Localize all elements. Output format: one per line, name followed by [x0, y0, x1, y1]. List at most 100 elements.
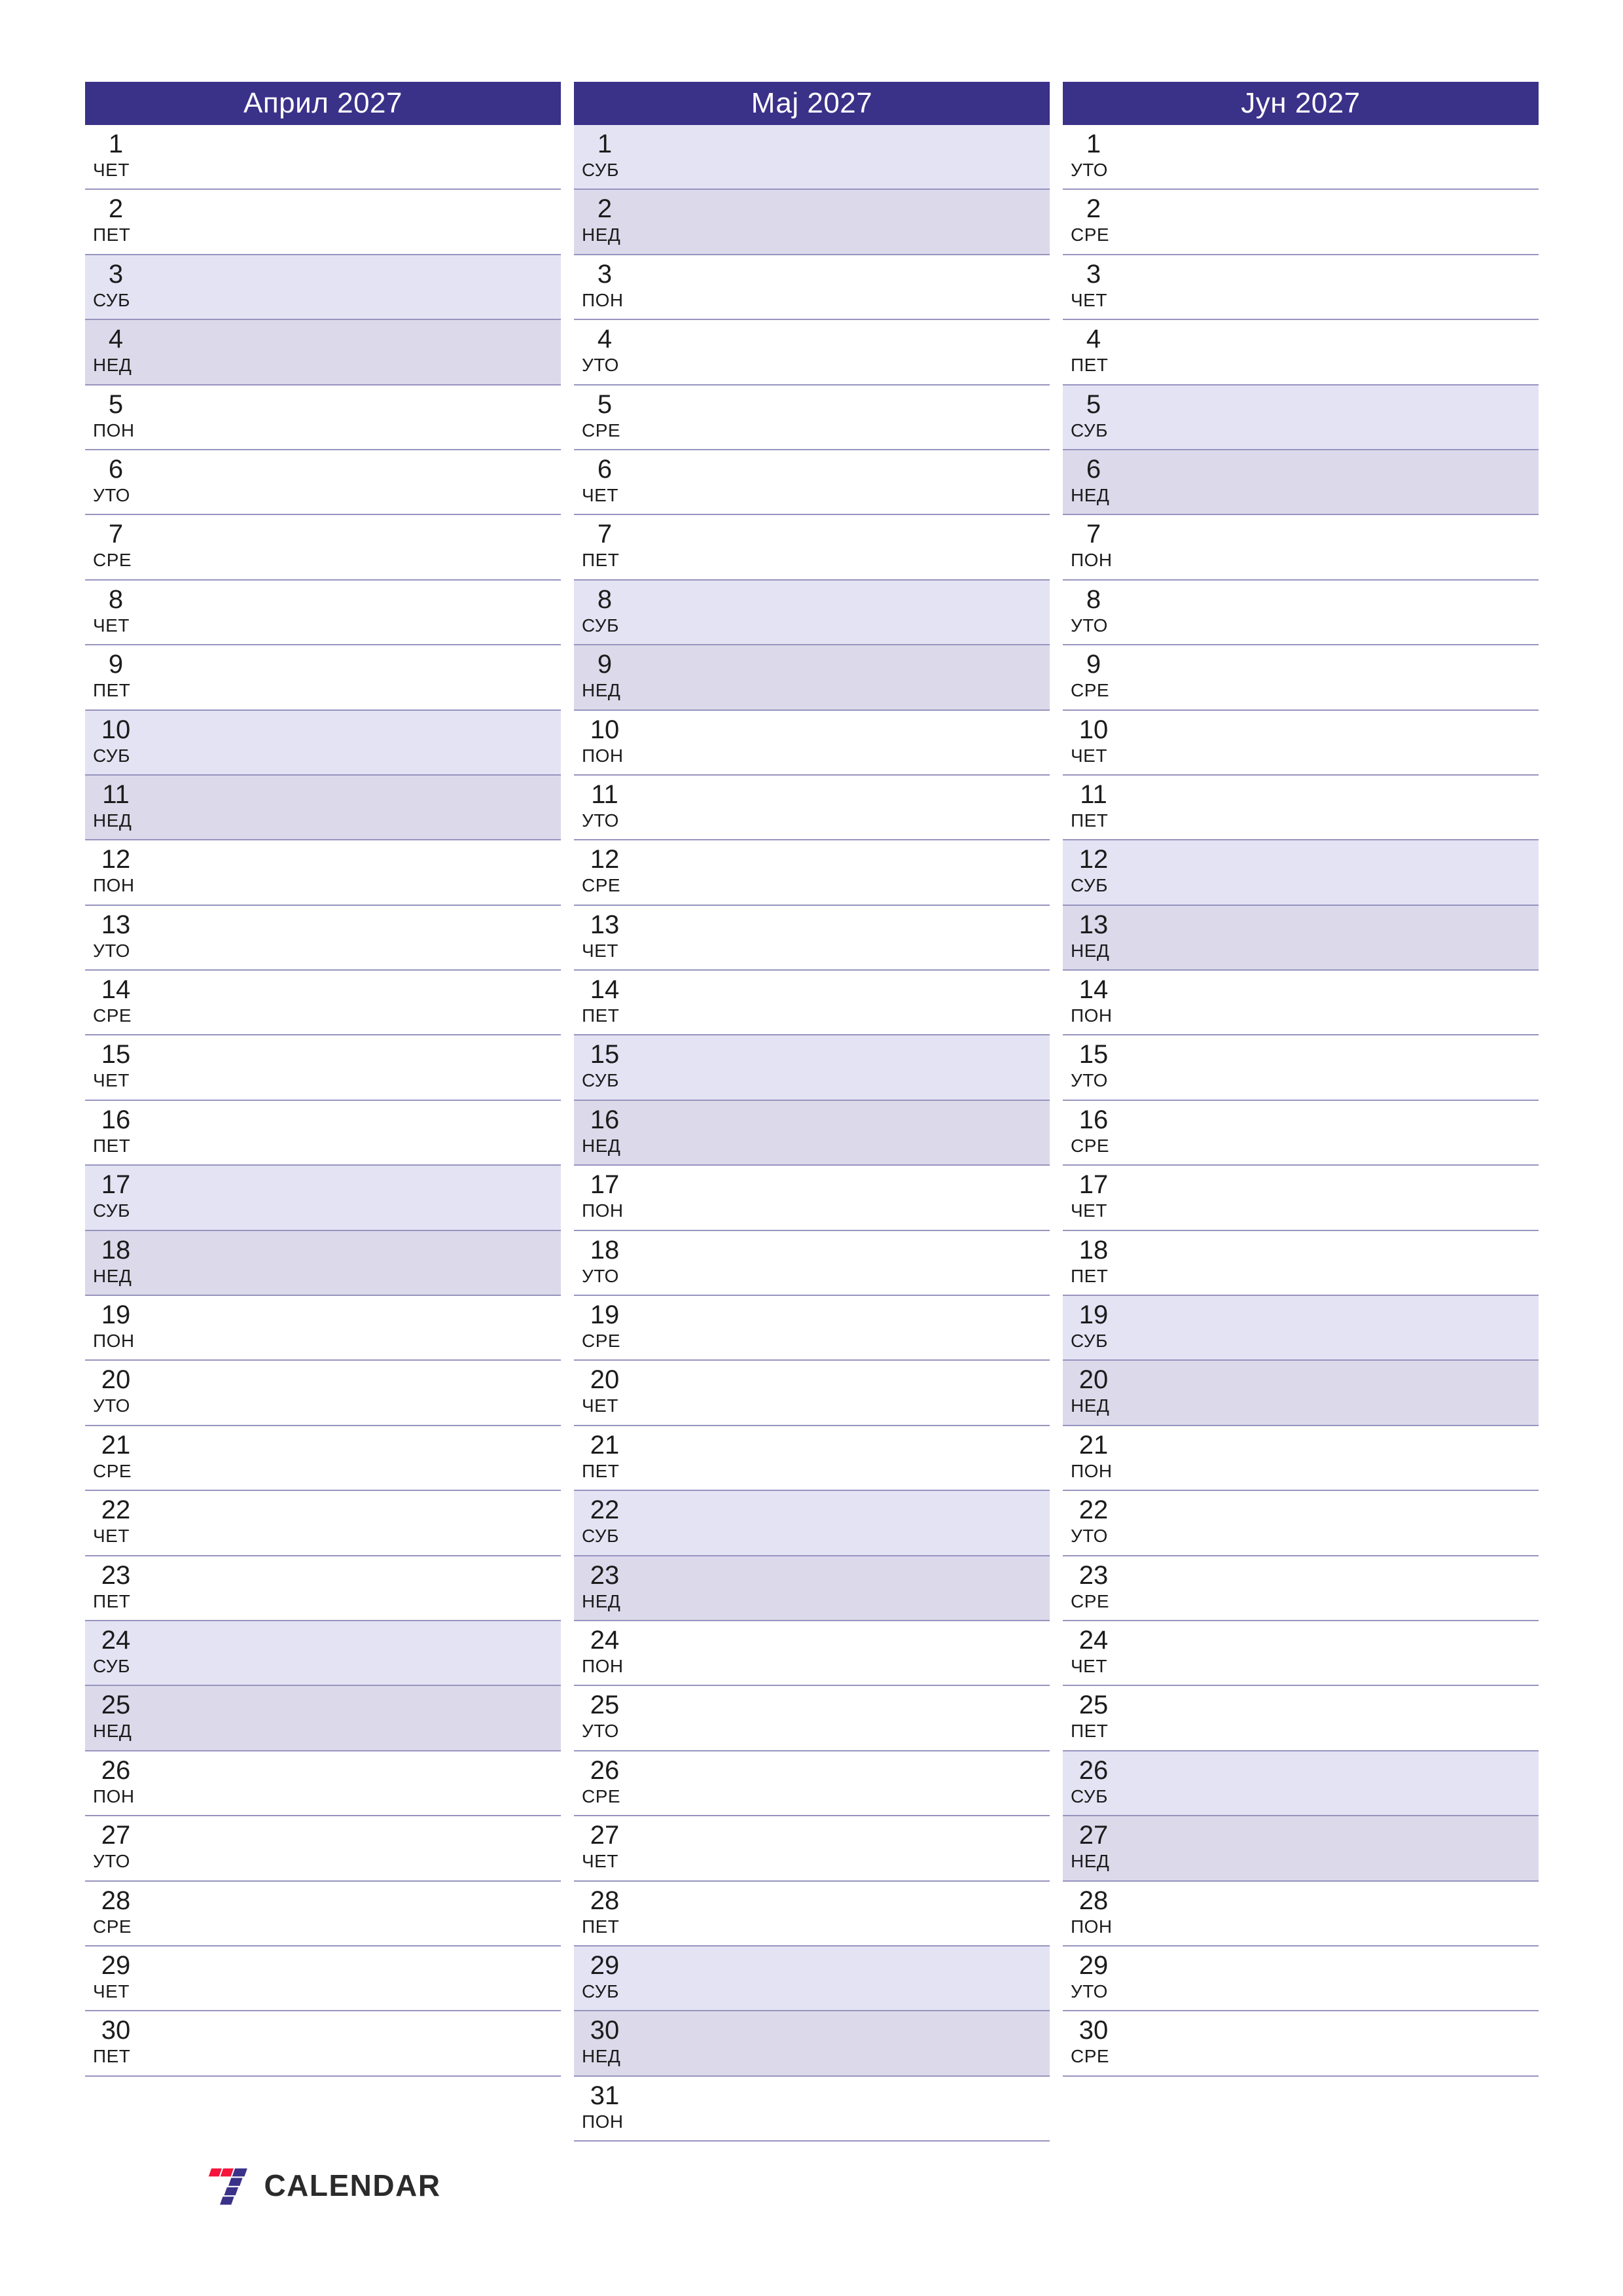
day-row[interactable]: 28 ПЕТ: [574, 1881, 1050, 1946]
day-row[interactable]: 4 ПЕТ: [1063, 320, 1539, 386]
day-row[interactable]: 3 ЧЕТ: [1063, 255, 1539, 321]
day-row[interactable]: 17 СУБ: [85, 1166, 561, 1231]
day-row[interactable]: 31 ПОН: [574, 2076, 1050, 2142]
day-row[interactable]: 29 УТО: [1063, 1946, 1539, 2012]
day-row[interactable]: 26 СРЕ: [574, 1751, 1050, 1817]
day-row[interactable]: 12 СРЕ: [574, 840, 1050, 906]
day-row[interactable]: 8 СУБ: [574, 580, 1050, 646]
day-row[interactable]: 22 СУБ: [574, 1491, 1050, 1556]
day-row[interactable]: 15 ЧЕТ: [85, 1035, 561, 1101]
day-row[interactable]: 26 ПОН: [85, 1751, 561, 1817]
day-row[interactable]: 13 УТО: [85, 905, 561, 971]
day-row[interactable]: 16 НЕД: [574, 1100, 1050, 1166]
day-row[interactable]: 7 ПОН: [1063, 515, 1539, 581]
day-row[interactable]: 3 СУБ: [85, 255, 561, 321]
day-row[interactable]: 13 НЕД: [1063, 905, 1539, 971]
day-row[interactable]: 5 ПОН: [85, 385, 561, 450]
day-row[interactable]: 15 СУБ: [574, 1035, 1050, 1101]
day-row[interactable]: 2 СРЕ: [1063, 190, 1539, 255]
day-row[interactable]: 25 УТО: [574, 1686, 1050, 1751]
day-weekday-label: УТО: [1071, 160, 1108, 180]
day-number: 11: [102, 780, 130, 809]
day-number: 14: [1079, 975, 1109, 1005]
day-weekday-label: ПОН: [93, 1785, 135, 1806]
day-row[interactable]: 21 ПЕТ: [574, 1426, 1050, 1492]
day-row[interactable]: 22 УТО: [1063, 1491, 1539, 1556]
day-row[interactable]: 25 НЕД: [85, 1686, 561, 1751]
day-row[interactable]: 30 НЕД: [574, 2011, 1050, 2077]
month-column-april-2027: Април 2027 1 ЧЕТ 2 ПЕТ 3 СУБ 4 НЕД 5 ПОН 6 УТО 7 СРЕ 8 Ч…: [85, 82, 561, 2077]
day-row[interactable]: 19 ПОН: [85, 1296, 561, 1361]
day-row[interactable]: 25 ПЕТ: [1063, 1686, 1539, 1751]
day-row[interactable]: 30 ПЕТ: [85, 2011, 561, 2077]
day-row[interactable]: 14 ПОН: [1063, 971, 1539, 1036]
day-row[interactable]: 22 ЧЕТ: [85, 1491, 561, 1556]
day-row[interactable]: 29 ЧЕТ: [85, 1946, 561, 2012]
day-row[interactable]: 19 СРЕ: [574, 1296, 1050, 1361]
day-row[interactable]: 23 СРЕ: [1063, 1556, 1539, 1621]
day-row[interactable]: 23 ПЕТ: [85, 1556, 561, 1621]
day-row[interactable]: 18 ПЕТ: [1063, 1230, 1539, 1297]
day-row[interactable]: 4 НЕД: [85, 320, 561, 386]
day-row[interactable]: 27 НЕД: [1063, 1816, 1539, 1882]
day-row[interactable]: 11 УТО: [574, 775, 1050, 841]
day-row[interactable]: 1 ЧЕТ: [85, 125, 561, 190]
day-row[interactable]: 6 УТО: [85, 450, 561, 516]
day-row[interactable]: 16 ПЕТ: [85, 1100, 561, 1166]
day-row[interactable]: 3 ПОН: [574, 255, 1050, 321]
day-weekday-label: СУБ: [93, 289, 130, 310]
day-row[interactable]: 18 НЕД: [85, 1230, 561, 1297]
day-row[interactable]: 6 ЧЕТ: [574, 450, 1050, 516]
day-row[interactable]: 7 СРЕ: [85, 515, 561, 581]
day-row[interactable]: 20 ЧЕТ: [574, 1361, 1050, 1426]
day-row[interactable]: 18 УТО: [574, 1230, 1050, 1297]
day-row[interactable]: 15 УТО: [1063, 1035, 1539, 1101]
day-row[interactable]: 13 ЧЕТ: [574, 905, 1050, 971]
day-row[interactable]: 26 СУБ: [1063, 1751, 1539, 1817]
day-row[interactable]: 21 СРЕ: [85, 1426, 561, 1492]
day-row[interactable]: 14 СРЕ: [85, 971, 561, 1036]
day-row[interactable]: 28 ПОН: [1063, 1881, 1539, 1946]
day-row[interactable]: 2 НЕД: [574, 190, 1050, 255]
day-row[interactable]: 2 ПЕТ: [85, 190, 561, 255]
day-row[interactable]: 21 ПОН: [1063, 1426, 1539, 1492]
day-row[interactable]: 8 ЧЕТ: [85, 580, 561, 646]
day-row[interactable]: 10 СУБ: [85, 710, 561, 776]
day-number: 1: [1086, 130, 1101, 158]
day-row[interactable]: 11 ПЕТ: [1063, 775, 1539, 841]
day-weekday-label: СУБ: [93, 745, 130, 766]
day-row[interactable]: 17 ЧЕТ: [1063, 1166, 1539, 1231]
day-row[interactable]: 24 СУБ: [85, 1621, 561, 1687]
day-row[interactable]: 6 НЕД: [1063, 450, 1539, 516]
day-row[interactable]: 20 НЕД: [1063, 1361, 1539, 1426]
day-row[interactable]: 5 СРЕ: [574, 385, 1050, 450]
day-row[interactable]: 4 УТО: [574, 320, 1050, 386]
day-row[interactable]: 24 ПОН: [574, 1621, 1050, 1687]
day-row[interactable]: 12 ПОН: [85, 840, 561, 906]
day-row[interactable]: 10 ЧЕТ: [1063, 710, 1539, 776]
day-row[interactable]: 14 ПЕТ: [574, 971, 1050, 1036]
day-row[interactable]: 9 ПЕТ: [85, 645, 561, 711]
day-row[interactable]: 9 НЕД: [574, 645, 1050, 711]
day-weekday-label: ПЕТ: [582, 1005, 620, 1026]
day-row[interactable]: 30 СРЕ: [1063, 2011, 1539, 2077]
day-row[interactable]: 9 СРЕ: [1063, 645, 1539, 711]
day-row[interactable]: 1 СУБ: [574, 125, 1050, 190]
day-row[interactable]: 16 СРЕ: [1063, 1100, 1539, 1166]
day-row[interactable]: 24 ЧЕТ: [1063, 1621, 1539, 1687]
day-row[interactable]: 29 СУБ: [574, 1946, 1050, 2012]
day-row[interactable]: 5 СУБ: [1063, 385, 1539, 450]
day-row[interactable]: 11 НЕД: [85, 775, 561, 841]
day-row[interactable]: 12 СУБ: [1063, 840, 1539, 906]
day-row[interactable]: 1 УТО: [1063, 125, 1539, 190]
day-row[interactable]: 10 ПОН: [574, 710, 1050, 776]
day-row[interactable]: 23 НЕД: [574, 1556, 1050, 1621]
day-row[interactable]: 27 УТО: [85, 1816, 561, 1882]
day-row[interactable]: 19 СУБ: [1063, 1296, 1539, 1361]
day-row[interactable]: 20 УТО: [85, 1361, 561, 1426]
day-row[interactable]: 27 ЧЕТ: [574, 1816, 1050, 1882]
day-row[interactable]: 7 ПЕТ: [574, 515, 1050, 581]
day-row[interactable]: 28 СРЕ: [85, 1881, 561, 1946]
day-row[interactable]: 8 УТО: [1063, 580, 1539, 646]
day-row[interactable]: 17 ПОН: [574, 1166, 1050, 1231]
